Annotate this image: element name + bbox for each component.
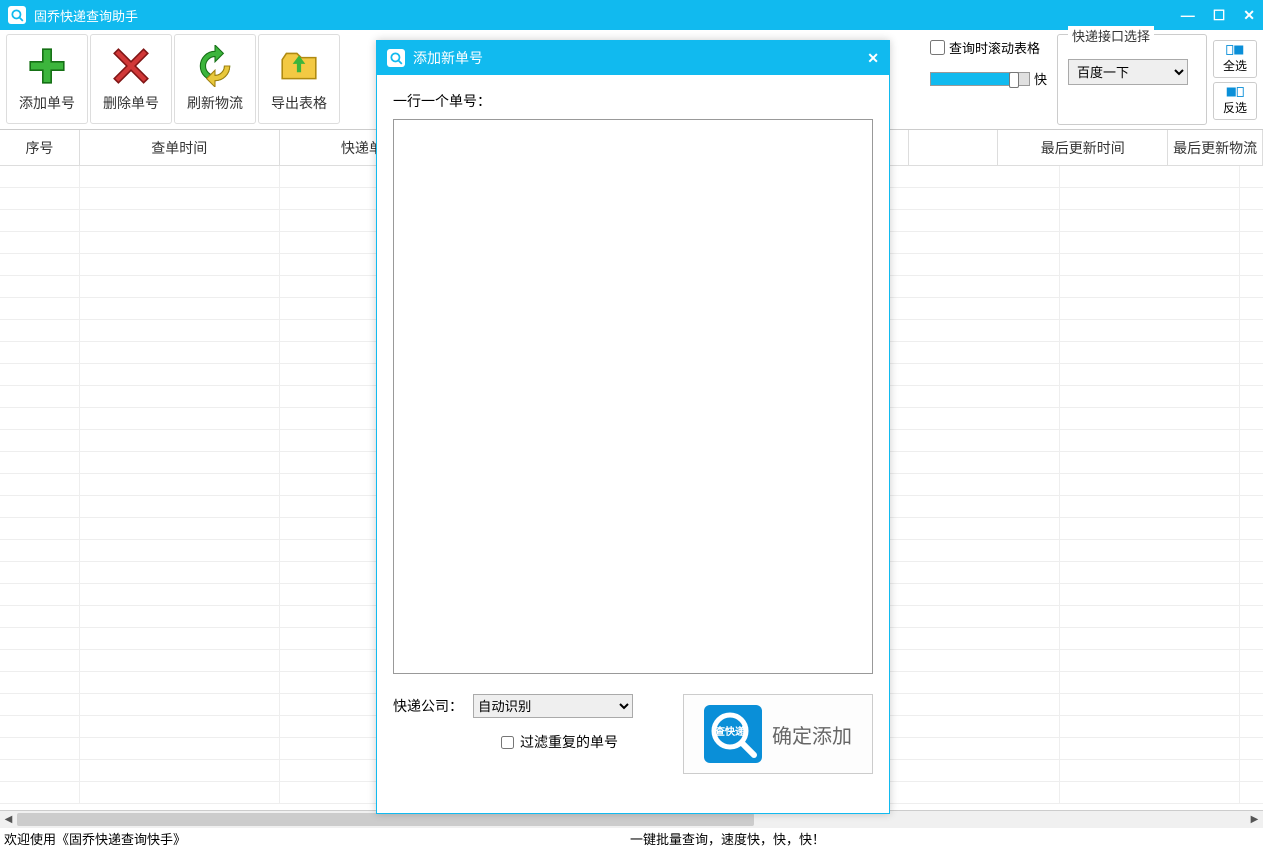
- scroll-on-query-checkbox[interactable]: [930, 40, 945, 55]
- status-right: 一键批量查询，速度快，快，快！: [630, 829, 825, 848]
- scroll-right-arrow[interactable]: ▶: [1246, 811, 1263, 828]
- col-last-logistics[interactable]: 最后更新物流: [1168, 130, 1263, 166]
- filter-duplicates-label: 过滤重复的单号: [520, 732, 618, 752]
- svg-text:查快递: 查快递: [714, 725, 745, 738]
- confirm-add-label: 确定添加: [772, 720, 852, 749]
- api-group-title: 快递接口选择: [1068, 26, 1154, 45]
- export-table-button[interactable]: 导出表格: [258, 34, 340, 124]
- scroll-left-arrow[interactable]: ◀: [0, 811, 17, 828]
- close-button[interactable]: ✕: [1243, 7, 1255, 24]
- col-last-update[interactable]: 最后更新时间: [998, 130, 1168, 166]
- dialog-instruction: 一行一个单号：: [393, 91, 873, 111]
- tracking-numbers-textarea[interactable]: [393, 119, 873, 674]
- status-left: 欢迎使用《固乔快递查询快手》: [0, 829, 186, 848]
- folder-export-icon: [278, 45, 320, 87]
- speed-slider[interactable]: [930, 72, 1030, 86]
- select-all-button[interactable]: 全选: [1213, 40, 1257, 78]
- scroll-on-query-label: 查询时滚动表格: [949, 38, 1040, 57]
- maximize-button[interactable]: ☐: [1213, 7, 1226, 24]
- minimize-button[interactable]: —: [1181, 7, 1195, 23]
- x-icon: [110, 45, 152, 87]
- col-blank4[interactable]: [909, 130, 999, 166]
- api-select[interactable]: 百度一下: [1068, 59, 1188, 85]
- status-bar: 欢迎使用《固乔快递查询快手》 一键批量查询，速度快，快，快！: [0, 827, 1263, 849]
- window-title: 固乔快递查询助手: [34, 6, 1181, 25]
- speed-label: 快: [1034, 69, 1047, 88]
- refresh-icon: [194, 45, 236, 87]
- col-seq[interactable]: 序号: [0, 130, 80, 166]
- add-tracking-dialog: 添加新单号 ✕ 一行一个单号： 快递公司： 自动识别 过滤重复的单号: [376, 40, 890, 814]
- app-icon: [8, 6, 26, 24]
- dialog-title-bar: 添加新单号 ✕: [377, 41, 889, 75]
- query-options: 查询时滚动表格 快: [926, 34, 1051, 125]
- add-tracking-label: 添加单号: [19, 93, 75, 113]
- company-select[interactable]: 自动识别: [473, 694, 633, 718]
- dialog-close-button[interactable]: ✕: [867, 50, 879, 67]
- export-table-label: 导出表格: [271, 93, 327, 113]
- dialog-icon: [387, 49, 405, 67]
- company-label: 快递公司：: [393, 696, 463, 716]
- delete-tracking-button[interactable]: 删除单号: [90, 34, 172, 124]
- search-express-icon: 查快递: [704, 705, 762, 763]
- dialog-title: 添加新单号: [413, 48, 483, 68]
- invert-select-button[interactable]: 反选: [1213, 82, 1257, 120]
- refresh-logistics-label: 刷新物流: [187, 93, 243, 113]
- api-select-group: 快递接口选择 百度一下: [1057, 34, 1207, 125]
- add-tracking-button[interactable]: 添加单号: [6, 34, 88, 124]
- plus-icon: [26, 45, 68, 87]
- col-query-time[interactable]: 查单时间: [80, 130, 280, 166]
- filter-duplicates-checkbox[interactable]: [501, 736, 514, 749]
- refresh-logistics-button[interactable]: 刷新物流: [174, 34, 256, 124]
- confirm-add-button[interactable]: 查快递 确定添加: [683, 694, 873, 774]
- delete-tracking-label: 删除单号: [103, 93, 159, 113]
